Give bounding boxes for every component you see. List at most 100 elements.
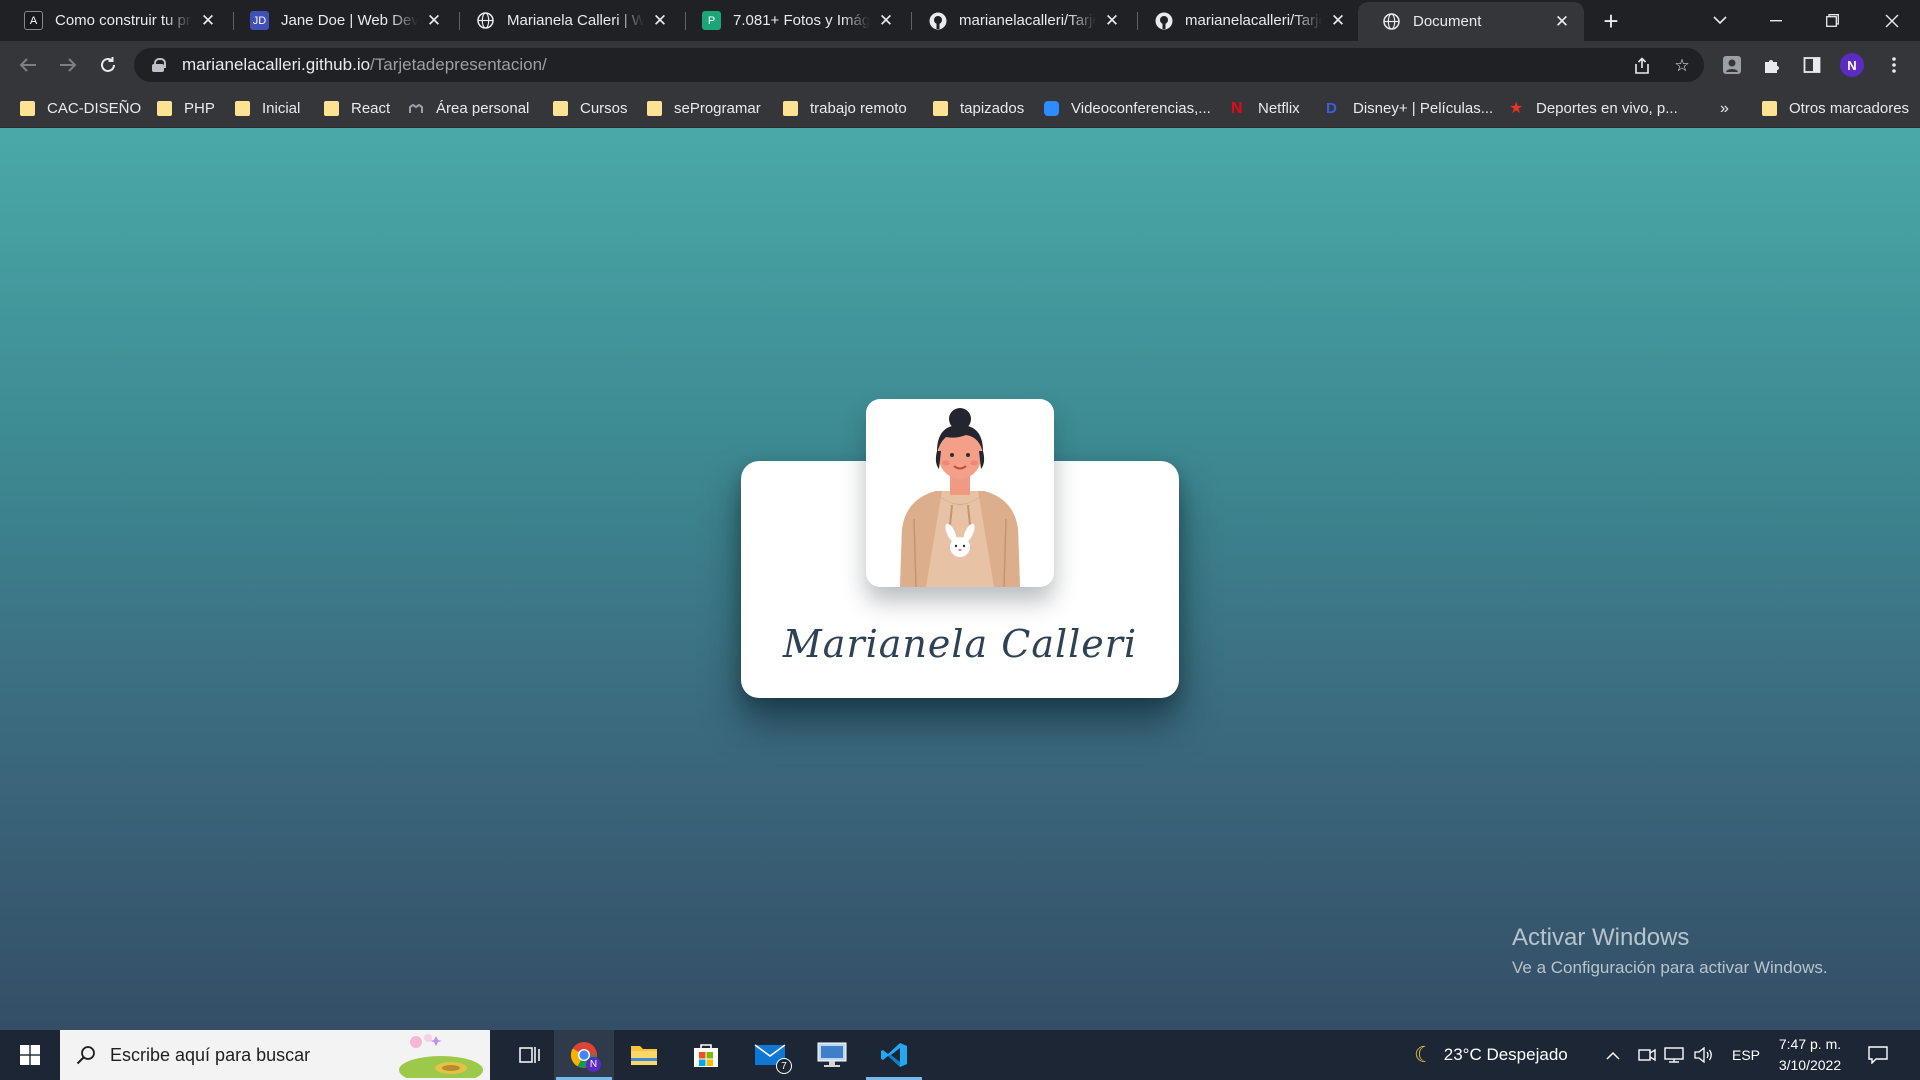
restore-button[interactable]: [1804, 0, 1860, 41]
tab-1[interactable]: A Como construir tu propio ✕: [0, 0, 230, 41]
bookmark-item[interactable]: PHP: [157, 89, 215, 128]
bookmarks-bar: CAC-DISEÑO PHP Inicial React Área person…: [0, 89, 1920, 128]
file-explorer-icon[interactable]: [614, 1030, 674, 1080]
close-icon[interactable]: ✕: [876, 11, 896, 31]
bookmark-label: Disney+ | Películas...: [1353, 100, 1494, 117]
clock-time: 7:47 p. m.: [1778, 1036, 1842, 1052]
bookmark-item[interactable]: React: [324, 89, 390, 128]
remote-desktop-icon[interactable]: [802, 1030, 862, 1080]
bookmarks-overflow-button[interactable]: »: [1720, 89, 1729, 128]
bookmark-label: seProgramar: [674, 100, 761, 117]
close-icon[interactable]: ✕: [198, 11, 218, 31]
mail-icon[interactable]: 7: [740, 1030, 800, 1080]
notifications-icon[interactable]: [1868, 1030, 1888, 1080]
bookmark-item[interactable]: CAC-DISEÑO: [20, 89, 141, 128]
network-icon[interactable]: [1664, 1030, 1684, 1080]
address-bar[interactable]: marianelacalleri.github.io/Tarjetadepres…: [134, 48, 1704, 82]
reload-button[interactable]: [94, 51, 122, 79]
bookmark-label: Netflix: [1258, 100, 1300, 117]
bookmark-item[interactable]: N Netflix: [1231, 89, 1300, 128]
bookmark-label: Cursos: [580, 100, 628, 117]
task-view-icon[interactable]: [500, 1030, 560, 1080]
freepik-icon-label: P: [707, 14, 716, 27]
lock-icon[interactable]: [152, 58, 166, 72]
bookmark-label: Inicial: [262, 100, 301, 117]
bookmark-item[interactable]: Inicial: [235, 89, 300, 128]
tab-title: 7.081+ Fotos y Imágenes: [733, 12, 870, 29]
weather-widget[interactable]: ☾ 23°C Despejado: [1414, 1030, 1568, 1080]
tab-7-active[interactable]: Document ✕: [1358, 2, 1584, 41]
bookmark-item[interactable]: trabajo remoto: [783, 89, 907, 128]
volume-icon[interactable]: [1694, 1030, 1714, 1080]
close-icon[interactable]: ✕: [1102, 11, 1122, 31]
bookmark-item[interactable]: D Disney+ | Películas...: [1326, 89, 1493, 128]
microsoft-store-icon[interactable]: [676, 1030, 736, 1080]
github-icon: [928, 11, 947, 30]
vscode-icon[interactable]: [864, 1030, 924, 1080]
bookmark-item[interactable]: Cursos: [553, 89, 628, 128]
chrome-taskbar-button[interactable]: N: [554, 1030, 614, 1080]
taskbar-search-input[interactable]: Escribe aquí para buscar: [60, 1030, 490, 1080]
side-panel-icon[interactable]: [1800, 53, 1824, 77]
activation-subtitle: Ve a Configuración para activar Windows.: [1512, 958, 1828, 977]
close-icon[interactable]: ✕: [1552, 12, 1572, 32]
folder-icon: [157, 101, 172, 116]
folder-icon: [553, 101, 568, 116]
folder-icon: [647, 101, 662, 116]
forward-button[interactable]: [54, 51, 82, 79]
tab-title: Document: [1413, 13, 1482, 30]
tab-title: marianelacalleri/Tarjeta: [959, 12, 1096, 29]
profile-avatar[interactable]: N: [1840, 53, 1864, 77]
extension-avatar-icon[interactable]: [1720, 53, 1744, 77]
back-button[interactable]: [14, 51, 42, 79]
minimize-button[interactable]: [1748, 0, 1804, 41]
folder-icon: [20, 101, 35, 116]
other-bookmarks[interactable]: Otros marcadores: [1762, 89, 1909, 128]
star-icon: ★: [1509, 100, 1524, 117]
tab-6[interactable]: marianelacalleri/Tarjeta ✕: [1130, 0, 1360, 41]
show-hidden-icons-chevron-icon[interactable]: [1606, 1030, 1620, 1080]
language-indicator[interactable]: ESP: [1732, 1030, 1760, 1080]
meet-now-icon[interactable]: [1638, 1030, 1656, 1080]
tab-4[interactable]: P 7.081+ Fotos y Imágenes ✕: [678, 0, 908, 41]
bookmark-item[interactable]: ★ Deportes en vivo, p...: [1509, 89, 1678, 128]
tab-2[interactable]: JD Jane Doe | Web Developer ✕: [226, 0, 456, 41]
close-icon[interactable]: ✕: [650, 11, 670, 31]
browser-toolbar: marianelacalleri.github.io/Tarjetadepres…: [0, 41, 1920, 89]
github-icon: [1154, 11, 1173, 30]
windows-activation-watermark: Activar Windows Ve a Configuración para …: [1512, 924, 1828, 978]
profile-name: Marianela Calleri: [782, 622, 1138, 666]
folder-icon: [324, 101, 339, 116]
mail-unread-badge: 7: [776, 1058, 792, 1074]
jd-icon: JD: [250, 11, 269, 30]
tab-3[interactable]: Marianela Calleri | Web ✕: [452, 0, 682, 41]
folder-icon: [783, 101, 798, 116]
menu-kebab-icon[interactable]: [1882, 53, 1906, 77]
search-placeholder: Escribe aquí para buscar: [110, 1044, 311, 1065]
extensions-puzzle-icon[interactable]: [1760, 53, 1784, 77]
search-highlight-illustration: [396, 1032, 486, 1080]
bookmark-star-icon[interactable]: ☆: [1672, 56, 1692, 76]
tab-5[interactable]: marianelacalleri/Tarjeta ✕: [904, 0, 1134, 41]
start-button[interactable]: [0, 1030, 60, 1080]
freepik-icon: P: [702, 11, 721, 30]
globe-icon: [1382, 12, 1401, 31]
folder-icon: [933, 101, 948, 116]
zoom-icon: [1044, 101, 1059, 116]
bookmark-item[interactable]: tapizados: [933, 89, 1024, 128]
bookmark-item[interactable]: seProgramar: [647, 89, 761, 128]
clock-date: 3/10/2022: [1778, 1057, 1842, 1073]
bookmark-label: trabajo remoto: [810, 100, 907, 117]
bookmark-label: PHP: [184, 100, 215, 117]
share-icon[interactable]: [1632, 56, 1652, 76]
folder-icon: [1762, 101, 1777, 116]
weather-text: 23°C Despejado: [1443, 1045, 1568, 1064]
bookmark-item[interactable]: Videoconferencias,...: [1044, 89, 1211, 128]
close-icon[interactable]: ✕: [1328, 11, 1348, 31]
new-tab-button[interactable]: +: [1596, 6, 1626, 36]
close-icon[interactable]: ✕: [424, 11, 444, 31]
close-window-button[interactable]: [1864, 0, 1920, 41]
tab-search-icon[interactable]: [1692, 0, 1748, 41]
bookmark-item[interactable]: Área personal: [409, 89, 529, 128]
system-clock[interactable]: 7:47 p. m. 3/10/2022: [1770, 1034, 1850, 1076]
